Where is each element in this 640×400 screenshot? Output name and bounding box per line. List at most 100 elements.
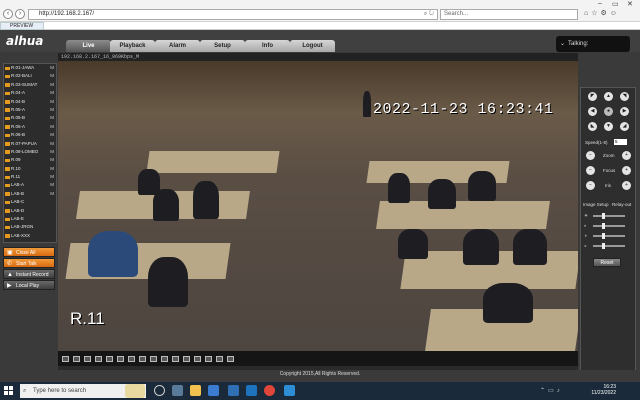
- fullscreen-icon[interactable]: [106, 356, 113, 362]
- browser-tab[interactable]: PREVIEW: [0, 22, 44, 30]
- close-all-button[interactable]: ▣ Close All: [3, 247, 55, 257]
- chrome-icon[interactable]: [264, 385, 275, 396]
- slider-knob[interactable]: [602, 243, 605, 249]
- device-item[interactable]: LAB-JRGN: [4, 223, 56, 231]
- device-item[interactable]: R.04-A M: [4, 89, 56, 97]
- device-item[interactable]: R.05-B M: [4, 114, 56, 122]
- zoom-in-icon[interactable]: +: [622, 151, 631, 160]
- ptz-center-icon[interactable]: ●: [604, 107, 613, 116]
- device-list[interactable]: R.01-JAWA M R.02-BALI M R.03-SUMAT M R.04-A M R.…: [3, 63, 57, 243]
- split-4-icon[interactable]: [73, 356, 80, 362]
- mail-icon[interactable]: [208, 385, 219, 396]
- layout-f-icon[interactable]: [172, 356, 179, 362]
- tab-info[interactable]: Info: [245, 40, 290, 52]
- focus-out-icon[interactable]: −: [586, 166, 595, 175]
- device-item[interactable]: LAB-D: [4, 207, 56, 215]
- device-item[interactable]: R.07-PAPUA M: [4, 140, 56, 148]
- ptz-down-icon[interactable]: ▼: [604, 122, 613, 131]
- device-item[interactable]: LAB-C: [4, 198, 56, 206]
- split-16-icon[interactable]: [95, 356, 102, 362]
- start-talk-button[interactable]: ✆ Start Talk: [3, 258, 55, 268]
- ptz-left-icon[interactable]: ◀: [588, 107, 597, 116]
- browser-toolbar-icons[interactable]: ⌂☆⚙☺: [584, 9, 620, 17]
- zoom-out-icon[interactable]: −: [586, 151, 595, 160]
- split-9-icon[interactable]: [84, 356, 91, 362]
- edge-icon[interactable]: [284, 385, 295, 396]
- device-stream-mark: M: [50, 106, 54, 112]
- saturation-slider[interactable]: [593, 233, 625, 239]
- browser-search-input[interactable]: Search...: [440, 9, 578, 20]
- contrast-slider[interactable]: [593, 223, 625, 229]
- local-play-button[interactable]: ▶ Local Play: [3, 280, 55, 290]
- device-item[interactable]: R.03-SUMAT M: [4, 81, 56, 89]
- widgets-icon[interactable]: [172, 385, 183, 396]
- back-icon[interactable]: ‹: [3, 9, 13, 19]
- device-item[interactable]: LAB-A M: [4, 181, 56, 189]
- layout-a-icon[interactable]: [117, 356, 124, 362]
- slider-knob[interactable]: [602, 213, 605, 219]
- tab-alarm[interactable]: Alarm: [155, 40, 200, 52]
- device-item[interactable]: R.02-BALI M: [4, 72, 56, 80]
- camera-feed[interactable]: 2022-11-23 16:23:41 R.11: [58, 61, 578, 351]
- close-icon[interactable]: ✕: [627, 0, 633, 8]
- focus-in-icon[interactable]: +: [622, 166, 631, 175]
- layout-j-icon[interactable]: [216, 356, 223, 362]
- device-item[interactable]: LAB-XXX: [4, 232, 56, 240]
- minimize-icon[interactable]: –: [598, 0, 602, 7]
- slider-knob[interactable]: [602, 233, 605, 239]
- device-item[interactable]: R.06-A M: [4, 123, 56, 131]
- ptz-up-left-icon[interactable]: ◤: [588, 92, 597, 101]
- maximize-icon[interactable]: ▭: [612, 0, 619, 8]
- forward-icon[interactable]: ›: [15, 9, 25, 19]
- task-view-icon[interactable]: [154, 385, 165, 396]
- instant-record-button[interactable]: ▲ Instant Record: [3, 269, 55, 279]
- device-item[interactable]: R.10 M: [4, 165, 56, 173]
- iris-in-icon[interactable]: +: [622, 181, 631, 190]
- device-item[interactable]: R.09 M: [4, 156, 56, 164]
- tab-live[interactable]: Live: [66, 40, 111, 52]
- layout-g-icon[interactable]: [183, 356, 190, 362]
- device-item[interactable]: R.11 M: [4, 173, 56, 181]
- file-explorer-icon[interactable]: [190, 385, 201, 396]
- ptz-right-icon[interactable]: ▶: [620, 107, 629, 116]
- tab-playback[interactable]: Playback: [110, 40, 155, 52]
- device-item[interactable]: LAB-E: [4, 215, 56, 223]
- internet-explorer-icon[interactable]: [246, 385, 257, 396]
- ptz-up-right-icon[interactable]: ◥: [620, 92, 629, 101]
- device-item[interactable]: R.08-LOMBO M: [4, 148, 56, 156]
- reset-button[interactable]: Reset: [593, 258, 621, 267]
- layout-h-icon[interactable]: [194, 356, 201, 362]
- hue-slider[interactable]: [593, 243, 625, 249]
- store-icon[interactable]: [228, 385, 239, 396]
- layout-b-icon[interactable]: [128, 356, 135, 362]
- relay-out-label[interactable]: Relay-out: [612, 202, 631, 207]
- ptz-down-right-icon[interactable]: ◢: [620, 122, 629, 131]
- layout-i-icon[interactable]: [205, 356, 212, 362]
- device-item[interactable]: R.05-A M: [4, 106, 56, 114]
- split-1-icon[interactable]: [62, 356, 69, 362]
- tab-setup[interactable]: Setup: [200, 40, 245, 52]
- layout-d-icon[interactable]: [150, 356, 157, 362]
- clock[interactable]: 16:23 11/23/2022: [591, 384, 616, 396]
- tab-logout[interactable]: Logout: [290, 40, 335, 52]
- layout-e-icon[interactable]: [161, 356, 168, 362]
- device-item[interactable]: R.01-JAWA M: [4, 64, 56, 72]
- brightness-slider[interactable]: [593, 213, 625, 219]
- browser-toolbar: ‹ › http://192.168.2.167/ ⌕ ↻ Search... …: [0, 0, 640, 22]
- ptz-up-icon[interactable]: ▲: [604, 92, 613, 101]
- speed-select[interactable]: 5: [614, 139, 627, 145]
- device-item[interactable]: LAB-B M: [4, 190, 56, 198]
- iris-out-icon[interactable]: −: [586, 181, 595, 190]
- layout-c-icon[interactable]: [139, 356, 146, 362]
- talking-panel[interactable]: ⌄ Talking:: [556, 36, 630, 52]
- address-bar[interactable]: http://192.168.2.167/ ⌕ ↻: [28, 9, 438, 20]
- layout-k-icon[interactable]: [227, 356, 234, 362]
- weather-widget-icon[interactable]: [125, 384, 145, 398]
- refresh-icon[interactable]: ⌕ ↻: [424, 10, 434, 19]
- windows-start-icon[interactable]: [4, 386, 14, 396]
- ptz-down-left-icon[interactable]: ◣: [588, 122, 597, 131]
- slider-knob[interactable]: [602, 223, 605, 229]
- device-item[interactable]: R.04-B M: [4, 98, 56, 106]
- system-tray-icons[interactable]: ⌃▭♪: [540, 387, 563, 394]
- device-item[interactable]: R.06-B M: [4, 131, 56, 139]
